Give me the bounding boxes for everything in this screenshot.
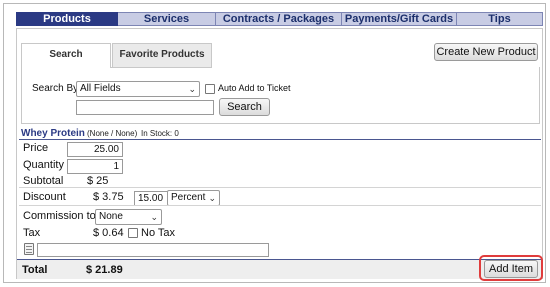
product-codes: (None / None) [87,129,138,138]
auto-add-checkbox[interactable] [205,84,215,94]
total-value: $ 21.89 [86,264,123,276]
tab-tips[interactable]: Tips [457,12,543,26]
tab-contracts-packages[interactable]: Contracts / Packages [216,12,342,26]
price-input[interactable]: 25.00 [67,142,123,157]
commission-select[interactable]: None ⌄ [95,209,162,225]
discount-type-select[interactable]: Percent ⌄ [167,190,220,206]
search-section: Search By All Fields ⌄ Auto Add to Ticke… [21,67,540,124]
product-stock: In Stock: 0 [141,129,179,138]
row-divider [19,187,541,188]
search-button[interactable]: Search [219,98,270,116]
tab-payments-gift-cards[interactable]: Payments/Gift Cards [342,12,457,26]
tab-services[interactable]: Services [118,12,216,26]
row-divider [19,205,541,206]
note-input[interactable] [37,243,269,257]
quantity-label: Quantity [23,159,64,171]
tax-label: Tax [23,227,41,239]
tab-products[interactable]: Products [16,12,118,26]
commission-label: Commission to [23,210,96,222]
product-name: Whey Protein [21,128,85,139]
create-new-product-button[interactable]: Create New Product [434,43,538,61]
chevron-down-icon: ⌄ [150,212,158,222]
note-icon [24,243,34,255]
discount-amount: $ 3.75 [93,191,124,203]
search-by-value: All Fields [80,83,121,94]
quantity-input[interactable]: 1 [67,159,123,174]
subtab-search[interactable]: Search [21,43,111,68]
price-label: Price [23,142,49,154]
tax-value: $ 0.64 [93,227,124,239]
discount-type-value: Percent [171,192,206,203]
no-tax-label: No Tax [141,227,176,239]
auto-add-label: Auto Add to Ticket [218,83,291,93]
total-row: Total $ 21.89 [17,259,542,279]
total-label: Total [22,264,48,276]
search-by-label: Search By [32,83,79,94]
search-by-select[interactable]: All Fields ⌄ [76,81,200,97]
category-tabs: Products Services Contracts / Packages P… [16,12,543,26]
products-panel: Search Favorite Products Create New Prod… [16,28,543,281]
commission-value: None [99,211,123,222]
product-panel-frame: Products Services Contracts / Packages P… [3,3,546,283]
chevron-down-icon: ⌄ [208,193,216,203]
search-input[interactable] [76,100,214,115]
subtotal-value: $ 25 [87,175,109,187]
subtab-favorite-products[interactable]: Favorite Products [112,43,212,67]
discount-label: Discount [23,191,66,203]
subtotal-label: Subtotal [23,175,64,187]
no-tax-checkbox[interactable] [128,228,138,238]
add-item-button[interactable]: Add Item [484,260,538,278]
selected-product-header: Whey Protein (None / None) In Stock: 0 [19,128,541,140]
chevron-down-icon: ⌄ [188,84,196,94]
